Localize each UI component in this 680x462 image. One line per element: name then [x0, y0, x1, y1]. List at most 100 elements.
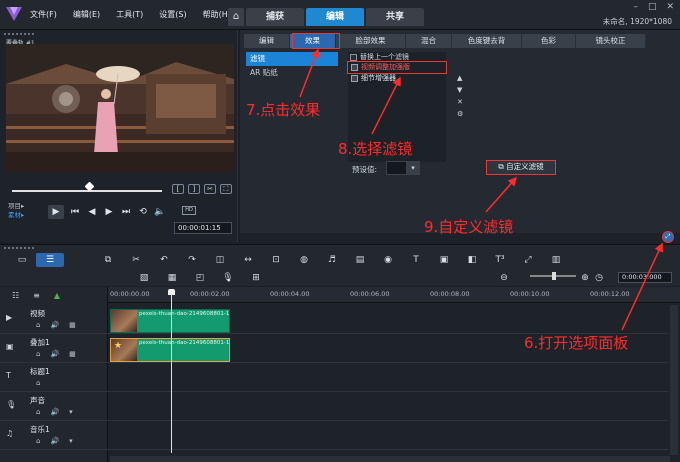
- lane-video[interactable]: pexels-thuan-dao-2149608801-1: [108, 305, 668, 334]
- export-icon[interactable]: ▥: [542, 253, 570, 267]
- filter-item-selected[interactable]: 视频调整加强版: [347, 61, 447, 74]
- move-down-icon[interactable]: ▼: [457, 86, 463, 94]
- zoom-out-icon[interactable]: ⊖: [496, 271, 512, 285]
- delete-icon[interactable]: ✕: [457, 98, 463, 106]
- move-up-icon[interactable]: ▲: [457, 74, 463, 82]
- go-end-icon[interactable]: ⏭: [120, 207, 132, 217]
- lock-icon[interactable]: ⌂: [36, 437, 40, 445]
- lock-icon[interactable]: ⌂: [36, 350, 40, 358]
- playhead[interactable]: [171, 293, 172, 453]
- category-ar-sticker[interactable]: AR 贴纸: [246, 66, 338, 80]
- mute-icon[interactable]: 🔊: [50, 321, 59, 329]
- image-icon[interactable]: ▧: [130, 271, 158, 285]
- horizontal-scrollbar[interactable]: [110, 456, 670, 462]
- mark-out-icon[interactable]: ]: [188, 184, 200, 194]
- lock-icon[interactable]: ⌂: [36, 379, 40, 387]
- chevron-down-icon[interactable]: ▾: [69, 437, 73, 445]
- mute-icon[interactable]: 🔊: [50, 437, 59, 445]
- tab-capture[interactable]: 捕获: [246, 8, 304, 26]
- preview-scrubber[interactable]: [12, 190, 162, 192]
- lane-music[interactable]: [108, 421, 668, 450]
- menu-tools[interactable]: 工具(T): [116, 9, 143, 20]
- options-panel-toggle-icon[interactable]: ⤢: [662, 231, 674, 243]
- redo-icon[interactable]: ↷: [178, 253, 206, 267]
- snapshot-icon[interactable]: ◰: [186, 271, 214, 285]
- play-icon[interactable]: ▶: [48, 205, 64, 219]
- grid-icon[interactable]: ▦: [69, 321, 76, 329]
- copy-icon[interactable]: ⧉: [94, 253, 122, 267]
- settings-icon[interactable]: ⚙: [457, 110, 463, 118]
- prev-frame-icon[interactable]: ◀: [86, 207, 98, 217]
- zoom-in-icon[interactable]: ⊕: [578, 271, 592, 285]
- storyboard-view-icon[interactable]: ▭: [8, 253, 36, 267]
- preview-timecode[interactable]: 00:00:01:15: [174, 222, 232, 234]
- filter-item[interactable]: 细节增强器: [348, 73, 446, 84]
- go-start-icon[interactable]: ⏮: [69, 207, 81, 217]
- audio-mixer-icon[interactable]: ♬: [318, 253, 346, 267]
- lane-title[interactable]: [108, 363, 668, 392]
- volume-icon[interactable]: 🔈: [154, 207, 166, 217]
- microphone-icon[interactable]: 🎙: [214, 271, 242, 285]
- fullscreen-icon[interactable]: ⛶: [220, 184, 232, 194]
- lane-voice[interactable]: [108, 392, 668, 421]
- hd-toggle[interactable]: HD: [182, 206, 196, 215]
- tab-blend[interactable]: 混合: [406, 34, 452, 48]
- tools-icon[interactable]: ✂: [122, 253, 150, 267]
- tab-share[interactable]: 共享: [366, 8, 424, 26]
- maximize-icon[interactable]: □: [648, 2, 657, 12]
- grid-icon[interactable]: ▦: [69, 350, 76, 358]
- menu-settings[interactable]: 设置(S): [159, 9, 186, 20]
- color-icon[interactable]: ◍: [290, 253, 318, 267]
- mode-project[interactable]: 项目▸: [8, 202, 24, 211]
- speed-icon[interactable]: ⤢: [514, 253, 542, 267]
- tab-color[interactable]: 色彩: [522, 34, 576, 48]
- lock-icon[interactable]: ⌂: [36, 408, 40, 416]
- chevron-down-icon[interactable]: ▾: [69, 408, 73, 416]
- undo-icon[interactable]: ↶: [150, 253, 178, 267]
- zoom-thumb[interactable]: [552, 272, 556, 280]
- camera-icon[interactable]: ◧: [458, 253, 486, 267]
- fit-project-icon[interactable]: ◷: [592, 271, 606, 285]
- overlay-clip[interactable]: ★ pexels-thuan-dao-2149608801-1: [110, 338, 230, 362]
- mute-icon[interactable]: 🔊: [50, 350, 59, 358]
- replace-filter-option[interactable]: 替换上一个滤镜: [348, 52, 446, 62]
- mask-icon[interactable]: ▣: [430, 253, 458, 267]
- text-icon[interactable]: T: [402, 253, 430, 267]
- motion-icon[interactable]: ◉: [374, 253, 402, 267]
- custom-filter-button[interactable]: ⧉ 自定义滤镜: [486, 160, 556, 175]
- timeline-timecode[interactable]: 0:00:03:000: [618, 272, 672, 283]
- add-track-icon[interactable]: ▲: [54, 291, 60, 300]
- replace-filter-checkbox[interactable]: [350, 53, 357, 61]
- 3d-title-icon[interactable]: T³: [486, 253, 514, 267]
- chevron-down-icon[interactable]: ▾: [406, 161, 420, 175]
- render-icon[interactable]: ⊞: [242, 271, 270, 285]
- minimize-icon[interactable]: –: [633, 2, 638, 12]
- mode-clip[interactable]: 素材▸: [8, 211, 24, 220]
- subtitle-icon[interactable]: ▤: [346, 253, 374, 267]
- close-icon[interactable]: ✕: [666, 2, 674, 12]
- menu-file[interactable]: 文件(F): [30, 9, 57, 20]
- tab-edit[interactable]: 编辑: [306, 8, 364, 26]
- track-manager-icon[interactable]: ☷: [12, 291, 19, 300]
- tab-chroma-key[interactable]: 色度键去背: [452, 34, 522, 48]
- timeline-ruler[interactable]: 00:00:00.00 00:00:02.00 00:00:04.00 00:0…: [108, 287, 680, 303]
- vertical-scrollbar[interactable]: [670, 305, 678, 455]
- repeat-icon[interactable]: ⟲: [137, 207, 149, 217]
- gif-icon[interactable]: ▦: [158, 271, 186, 285]
- tab-lens-correction[interactable]: 镜头校正: [576, 34, 646, 48]
- stretch-icon[interactable]: ↔: [234, 253, 262, 267]
- lock-icon[interactable]: ⌂: [36, 321, 40, 329]
- panel-grip[interactable]: [4, 33, 34, 35]
- timeline-view-icon[interactable]: ☰: [36, 253, 64, 267]
- fit-icon[interactable]: ⊡: [262, 253, 290, 267]
- category-filter[interactable]: 滤镜: [246, 52, 338, 66]
- tab-face-effect[interactable]: 脸部效果: [336, 34, 406, 48]
- tab-edit-options[interactable]: 编辑: [244, 34, 290, 48]
- mute-icon[interactable]: 🔊: [50, 408, 59, 416]
- menu-edit[interactable]: 编辑(E): [73, 9, 100, 20]
- menu-help[interactable]: 帮助(H): [203, 9, 231, 20]
- track-list-icon[interactable]: ≡: [33, 291, 40, 300]
- video-clip[interactable]: pexels-thuan-dao-2149608801-1: [110, 309, 230, 333]
- next-frame-icon[interactable]: ▶: [103, 207, 115, 217]
- toolbar-grip[interactable]: [4, 247, 34, 249]
